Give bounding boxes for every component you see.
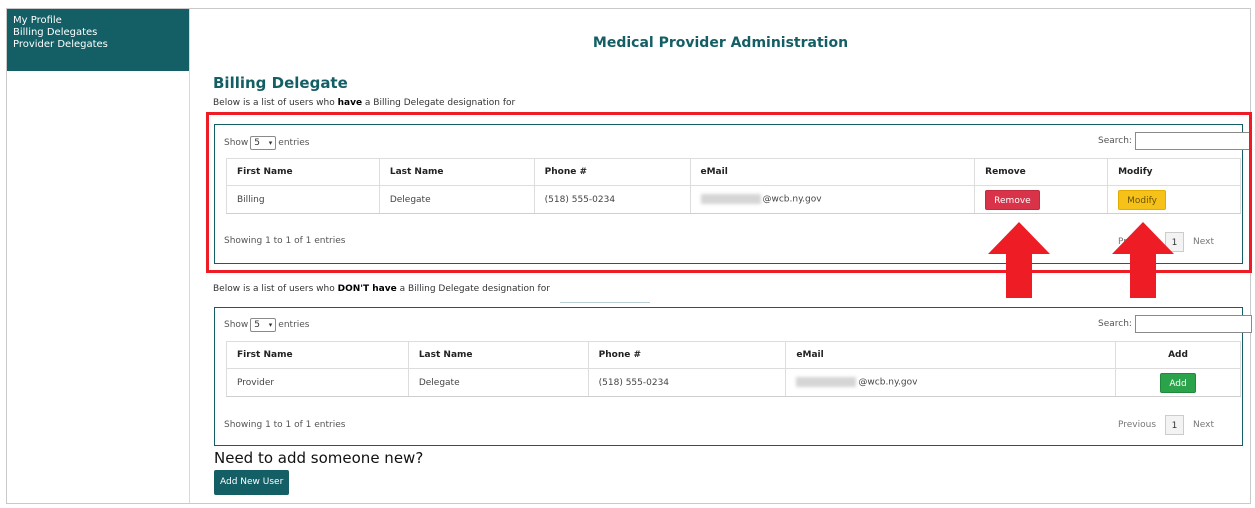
have-description-prefix: Below is a list of users who <box>213 98 338 108</box>
sidebar: My Profile Billing Delegates Provider De… <box>7 9 190 71</box>
dont-show-label: Show <box>224 320 249 330</box>
sidebar-item-my-profile[interactable]: My Profile <box>13 15 190 27</box>
section-title: Billing Delegate <box>213 74 348 92</box>
dont-description-prefix: Below is a list of users who <box>213 284 338 294</box>
email-domain: @wcb.ny.gov <box>858 377 918 388</box>
have-description-suffix: a Billing Delegate designation for <box>362 98 516 108</box>
have-description: Below is a list of users who have a Bill… <box>213 98 515 108</box>
table-header-row: First Name Last Name Phone # eMail Add <box>226 341 1241 369</box>
redacted-email-user <box>796 377 857 388</box>
dont-have-description: Below is a list of users who DON'T have … <box>213 284 550 294</box>
dont-entries-value: 5 <box>254 320 261 330</box>
panel-accent <box>560 302 650 303</box>
cell-last-name: Delegate <box>407 368 589 397</box>
column-header-first-name[interactable]: First Name <box>226 341 409 369</box>
dont-entries-select[interactable]: 5 ▾ <box>250 318 277 332</box>
dont-have-delegates-table: First Name Last Name Phone # eMail Add P… <box>226 341 1241 397</box>
cell-phone: (518) 555-0234 <box>587 368 786 397</box>
column-header-add: Add <box>1115 341 1241 369</box>
cell-first-name: Provider <box>226 368 409 397</box>
sidebar-item-provider-delegates[interactable]: Provider Delegates <box>13 39 190 51</box>
dont-next-button[interactable]: Next <box>1193 420 1214 430</box>
column-header-phone[interactable]: Phone # <box>587 341 786 369</box>
dont-pagination: Previous 1 Next <box>1118 415 1214 435</box>
column-header-email[interactable]: eMail <box>785 341 1116 369</box>
add-new-heading: Need to add someone new? <box>214 449 424 467</box>
dont-previous-button[interactable]: Previous <box>1118 420 1156 430</box>
sidebar-divider <box>189 9 190 503</box>
dont-description-bold: DON'T have <box>337 284 397 294</box>
up-arrow-icon <box>1112 222 1174 298</box>
up-arrow-icon <box>988 222 1050 298</box>
cell-add: Add <box>1115 368 1241 397</box>
highlight-box <box>206 112 1252 273</box>
table-row: Provider Delegate (518) 555-0234 @wcb.ny… <box>226 368 1241 397</box>
dont-search-input[interactable] <box>1134 315 1252 333</box>
dont-page-1-button[interactable]: 1 <box>1165 415 1185 435</box>
dont-search: Search: <box>1098 315 1252 333</box>
chevron-down-icon: ▾ <box>268 321 273 329</box>
have-description-bold: have <box>337 98 363 108</box>
cell-email: @wcb.ny.gov <box>785 368 1116 397</box>
sidebar-item-billing-delegates[interactable]: Billing Delegates <box>13 27 190 39</box>
dont-table-info: Showing 1 to 1 of 1 entries <box>224 420 346 430</box>
dont-show-entries: Show 5 ▾ entries <box>224 318 310 332</box>
page-title: Medical Provider Administration <box>592 35 849 51</box>
dont-description-suffix: a Billing Delegate designation for <box>396 284 550 294</box>
dont-entries-label: entries <box>278 320 310 330</box>
column-header-last-name[interactable]: Last Name <box>407 341 589 369</box>
dont-search-label: Search: <box>1098 319 1132 329</box>
add-new-user-button[interactable]: Add New User <box>214 470 290 495</box>
add-button[interactable]: Add <box>1160 372 1196 393</box>
